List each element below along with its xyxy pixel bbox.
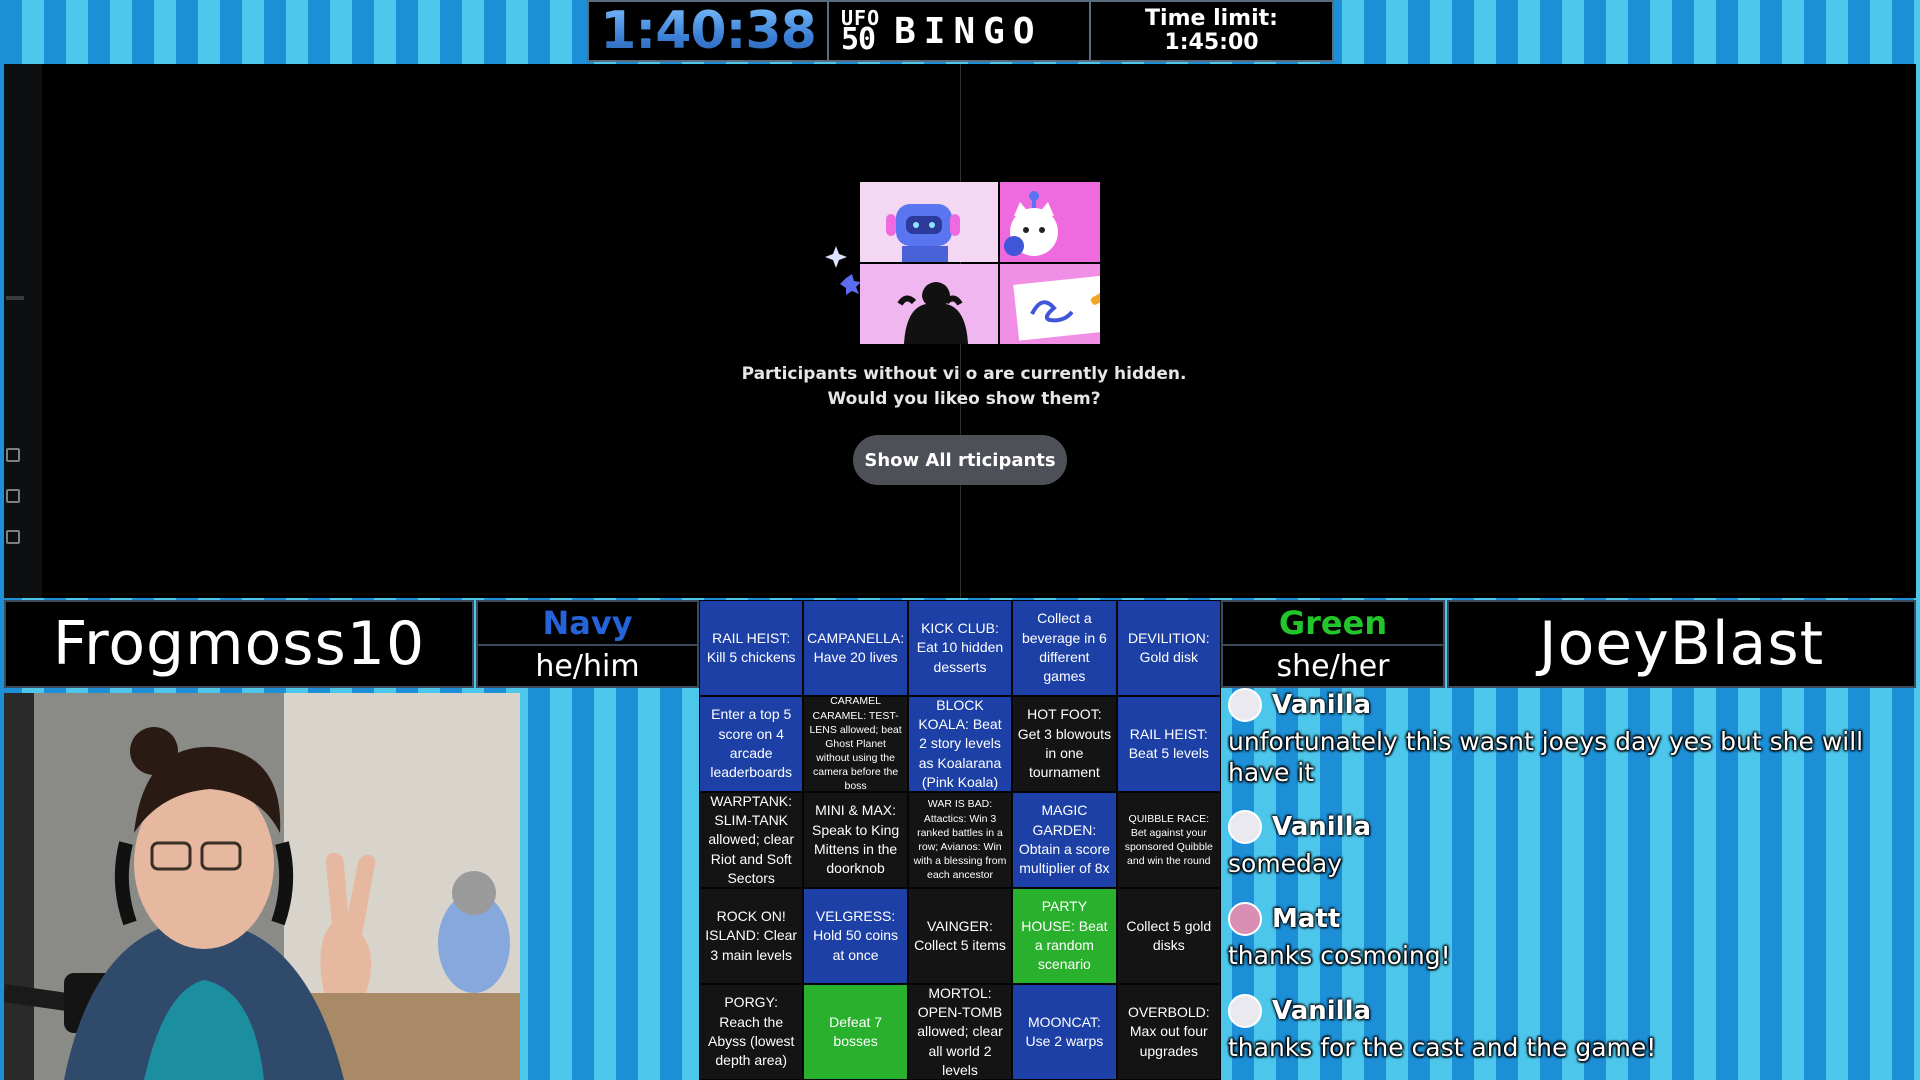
chat-message-text: thanks for the cast and the game! — [1228, 1033, 1657, 1062]
call-sidebar-strip — [4, 64, 42, 598]
chat-username: Matt — [1272, 904, 1341, 934]
chat-username: Vanilla — [1272, 996, 1372, 1026]
bingo-cell[interactable]: OVERBOLD: Max out four upgrades — [1117, 985, 1220, 1079]
bingo-cell[interactable]: PORGY: Reach the Abyss (lowest depth are… — [700, 985, 803, 1079]
bingo-cell[interactable]: CAMPANELLA: Have 20 lives — [804, 601, 907, 695]
chat-username: Vanilla — [1272, 690, 1372, 720]
ufo50-logo: UFO 50 — [841, 8, 880, 57]
right-player-name: JoeyBlast — [1447, 600, 1916, 688]
streamer-webcam — [4, 693, 520, 1080]
chat-message-header: Matt — [1228, 902, 1918, 936]
bingo-cell[interactable]: Defeat 7 bosses — [804, 985, 907, 1079]
chat-message-header: Vanilla — [1228, 688, 1918, 722]
sidebar-handle[interactable] — [6, 296, 24, 300]
bingo-cell[interactable]: Enter a top 5 score on 4 arcade leaderbo… — [700, 697, 803, 791]
chat-message-text: unfortunately this wasnt joeys day yes b… — [1228, 727, 1864, 787]
chat-message: Matt thanks cosmoing! — [1228, 902, 1918, 971]
left-player-pronouns: he/him — [535, 648, 640, 684]
bingo-cell[interactable]: MAGIC GARDEN: Obtain a score multiplier … — [1013, 793, 1116, 887]
time-limit: Time limit: 1:45:00 — [1091, 2, 1332, 60]
elapsed-timer-box: 1:40:38 — [589, 1, 829, 61]
bingo-cell[interactable]: ROCK ON! ISLAND: Clear 3 main levels — [700, 889, 803, 983]
bingo-cell[interactable]: Collect 5 gold disks — [1117, 889, 1220, 983]
right-player-pronouns: she/her — [1276, 648, 1390, 684]
chat-message-header: Vanilla — [1228, 994, 1918, 1028]
chat-panel: Vanilla unfortunately this wasnt joeys da… — [1224, 688, 1920, 1080]
hidden-message-line2: Would you likeo show them? — [827, 389, 1101, 409]
user-avatar-icon — [1228, 994, 1262, 1028]
chat-message-text: someday — [1228, 849, 1343, 878]
left-player-team-box: Navy he/him — [476, 600, 699, 688]
bingo-cell[interactable]: RAIL HEIST: Beat 5 levels — [1117, 697, 1220, 791]
bingo-cell[interactable]: Collect a beverage in 6 different games — [1013, 601, 1116, 695]
bingo-cell[interactable]: DEVILITION: Gold disk — [1117, 601, 1220, 695]
logo-number-text: 50 — [841, 21, 876, 57]
time-limit-label: Time limit: — [1145, 5, 1278, 31]
user-avatar-icon — [1228, 902, 1262, 936]
sidebar-checkbox-1[interactable] — [6, 448, 20, 462]
bingo-cell[interactable]: PARTY HOUSE: Beat a random scenario — [1013, 889, 1116, 983]
bingo-cell[interactable]: WARPTANK: SLIM-TANK allowed; clear Riot … — [700, 793, 803, 887]
chat-message: Vanilla someday — [1228, 810, 1918, 879]
elapsed-timer: 1:40:38 — [600, 1, 816, 61]
left-player-team: Navy — [478, 602, 697, 646]
show-all-participants-button[interactable]: Show All rticipants — [853, 435, 1067, 485]
bingo-cell[interactable]: VAINGER: Collect 5 items — [908, 889, 1012, 983]
chat-message: Vanilla thanks for the cast and the game! — [1228, 994, 1918, 1063]
bingo-cell[interactable]: RAIL HEIST: Kill 5 chickens — [700, 601, 803, 695]
logo-bingo-text: BINGO — [894, 10, 1043, 52]
bingo-board: RAIL HEIST: Kill 5 chickens CAMPANELLA: H… — [699, 600, 1221, 1080]
user-avatar-icon — [1228, 810, 1262, 844]
hidden-participants-message: Participants without vi o are currently … — [664, 362, 1264, 412]
video-call-panel: Participants without vi o are currently … — [4, 64, 1916, 598]
sparkle-icon — [825, 246, 847, 268]
time-limit-value: 1:45:00 — [1164, 30, 1259, 55]
left-player-name: Frogmoss10 — [4, 600, 474, 688]
bingo-cell[interactable]: CARAMEL CARAMEL: TEST-LENS allowed; beat… — [804, 697, 907, 791]
bingo-cell[interactable]: BLOCK KOALA: Beat 2 story levels as Koal… — [908, 697, 1012, 791]
chat-username: Vanilla — [1272, 812, 1372, 842]
bingo-cell[interactable]: MOONCAT: Use 2 warps — [1013, 985, 1116, 1079]
chat-message-header: Vanilla — [1228, 810, 1918, 844]
star-icon — [840, 274, 861, 295]
ufo50-bingo-logo: UFO 50 BINGO — [829, 2, 1091, 60]
bingo-cell[interactable]: HOT FOOT: Get 3 blowouts in one tourname… — [1013, 697, 1116, 791]
right-player-team: Green — [1223, 602, 1443, 646]
sidebar-checkbox-3[interactable] — [6, 530, 20, 544]
bingo-cell[interactable]: KICK CLUB: Eat 10 hidden desserts — [908, 601, 1012, 695]
right-player-team-box: Green she/her — [1221, 600, 1445, 688]
bingo-cell[interactable]: QUIBBLE RACE: Bet against your sponsored… — [1117, 793, 1220, 887]
timer-bar: 1:40:38 UFO 50 BINGO Time limit: 1:45:00 — [587, 0, 1334, 62]
chat-message-text: thanks cosmoing! — [1228, 941, 1451, 970]
bingo-cell[interactable]: WAR IS BAD: Attactics: Win 3 ranked batt… — [908, 793, 1012, 887]
chat-message: Vanilla unfortunately this wasnt joeys da… — [1228, 688, 1918, 788]
sidebar-checkbox-2[interactable] — [6, 489, 20, 503]
bingo-cell[interactable]: MORTOL: OPEN-TOMB allowed; clear all wor… — [908, 985, 1012, 1079]
hidden-participants-illustration — [825, 182, 1100, 344]
hidden-message-line1: Participants without vi o are currently … — [741, 364, 1187, 384]
bingo-cell[interactable]: MINI & MAX: Speak to King Mittens in the… — [804, 793, 907, 887]
user-avatar-icon — [1228, 688, 1262, 722]
bingo-cell[interactable]: VELGRESS: Hold 50 coins at once — [804, 889, 907, 983]
